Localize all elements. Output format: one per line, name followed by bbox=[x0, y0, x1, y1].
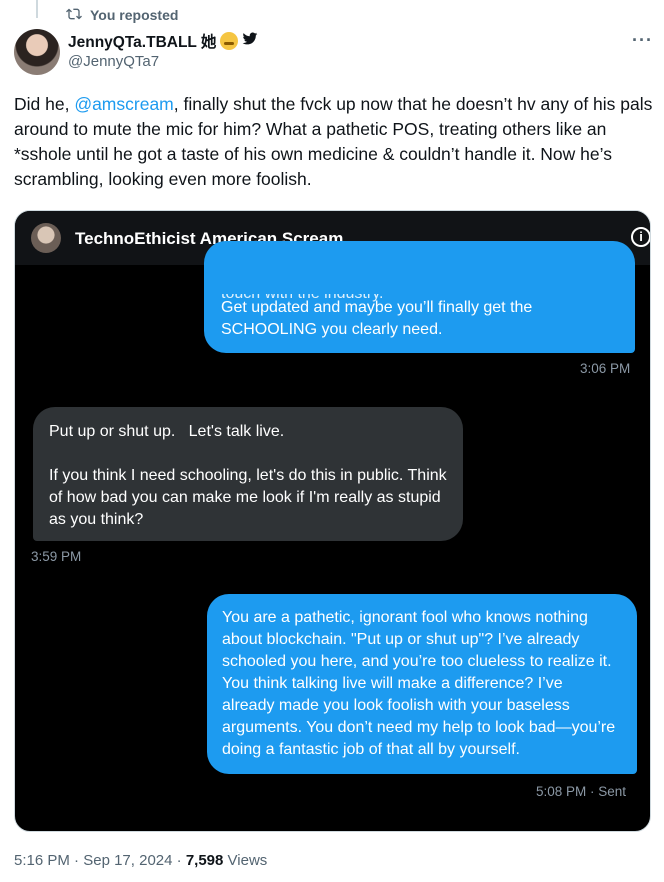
tweet-text: Did he, @amscream, finally shut the fvck… bbox=[14, 92, 654, 192]
views-label: Views bbox=[227, 852, 268, 869]
separator: · bbox=[74, 852, 84, 869]
message-text: If you think I need schooling, let's do … bbox=[49, 467, 447, 528]
post-time[interactable]: 5:16 PM bbox=[14, 852, 70, 869]
dm-screenshot-image[interactable]: TechnoEthicist American Scream i touch w… bbox=[14, 210, 651, 832]
smiling-face-icon bbox=[220, 32, 239, 50]
tweet-footer: 5:16 PM · Sep 17, 2024 · 7,598 Views bbox=[14, 852, 267, 869]
repost-label: You reposted bbox=[90, 7, 179, 23]
message-text: You are a pathetic, ignorant fool who kn… bbox=[222, 609, 616, 758]
info-icon: i bbox=[631, 227, 650, 247]
views-count: 7,598 bbox=[185, 852, 224, 869]
bird-icon bbox=[242, 32, 258, 51]
thread-line bbox=[36, 0, 38, 18]
sent-message-bubble: touch with the industry. Get updated and… bbox=[204, 241, 635, 353]
clipped-message-text: touch with the industry. bbox=[221, 285, 384, 302]
separator: · bbox=[176, 852, 186, 869]
message-timestamp: 5:08 PM · Sent bbox=[536, 784, 627, 799]
dm-contact-avatar bbox=[31, 223, 61, 253]
mention-link[interactable]: @amscream bbox=[74, 94, 173, 114]
message-text-line: Put up or shut up. Let's talk live. bbox=[49, 423, 285, 440]
author-avatar[interactable] bbox=[14, 29, 60, 75]
author-handle[interactable]: @JennyQTa7 bbox=[68, 53, 159, 70]
message-timestamp: 3:06 PM bbox=[580, 361, 631, 376]
message-timestamp: 3:59 PM bbox=[31, 549, 82, 564]
repost-indicator: You reposted bbox=[66, 6, 178, 24]
sent-message-bubble: You are a pathetic, ignorant fool who kn… bbox=[207, 594, 637, 774]
tweet-text-start: Did he, bbox=[14, 94, 75, 114]
received-message-bubble: Put up or shut up. Let's talk live. If y… bbox=[33, 407, 463, 541]
author-display-name[interactable]: JennyQTa.TBALL 她 bbox=[68, 30, 216, 52]
more-options-icon[interactable]: ··· bbox=[632, 30, 653, 51]
author-name-row: JennyQTa.TBALL 她 bbox=[68, 30, 258, 52]
post-date[interactable]: Sep 17, 2024 bbox=[83, 852, 172, 869]
repost-icon bbox=[66, 6, 82, 25]
